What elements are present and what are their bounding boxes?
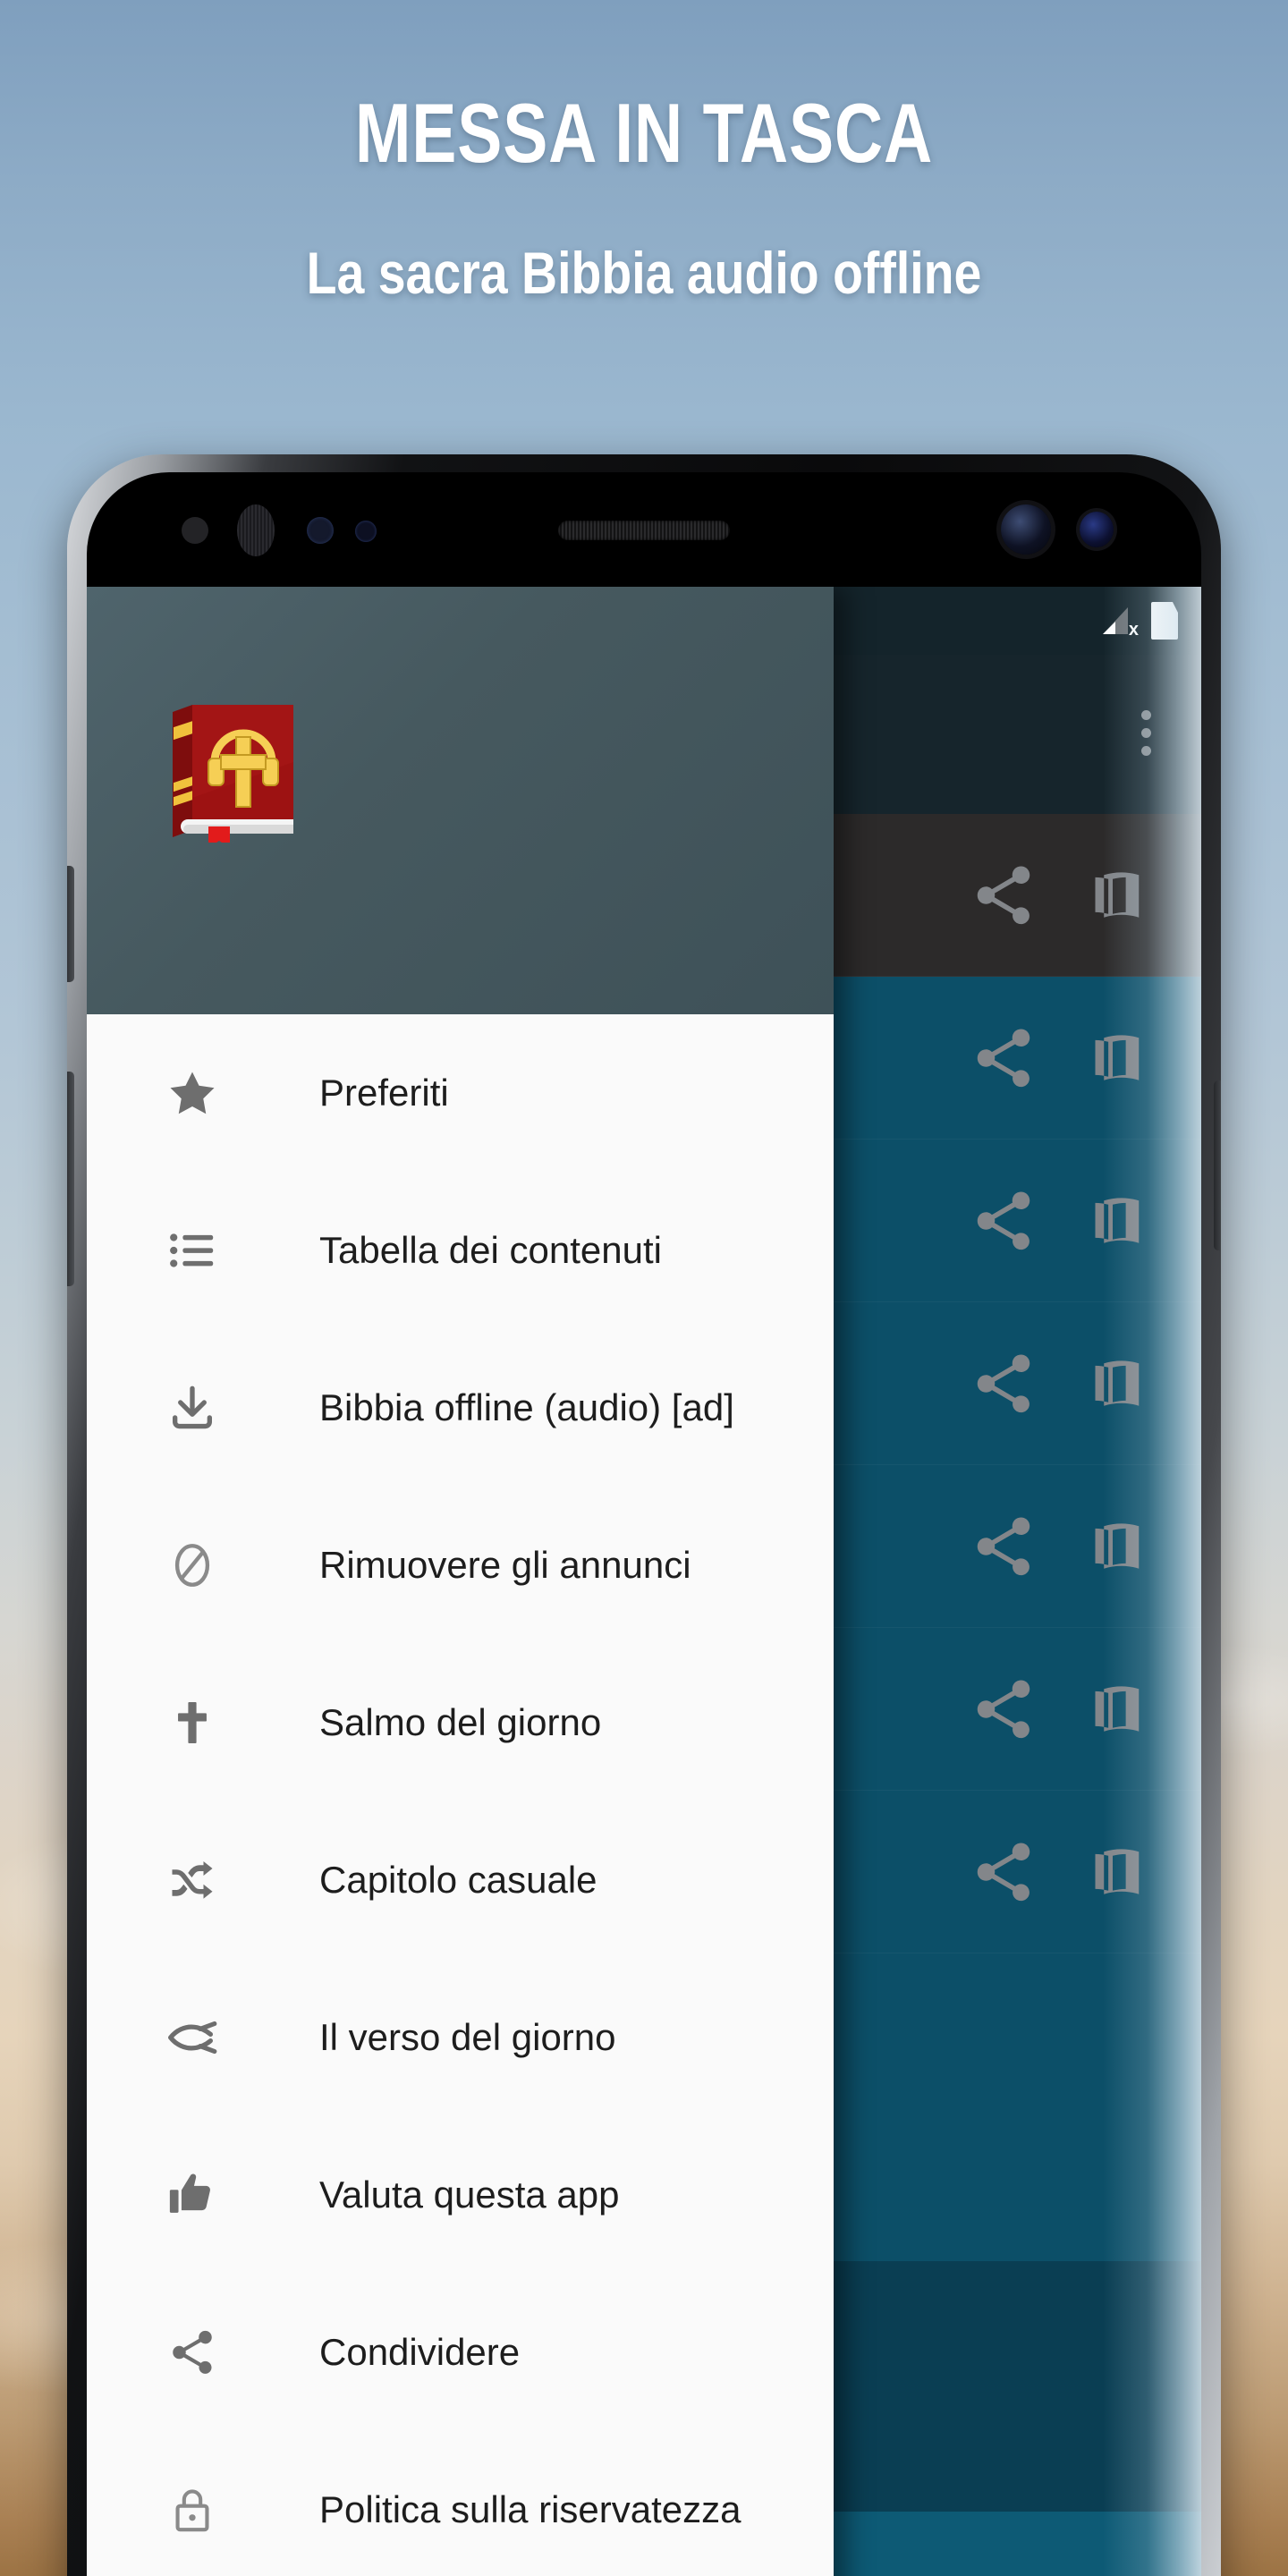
drawer-item-label: Salmo del giorno [319, 1701, 602, 1743]
phone-button-left-upper [67, 866, 74, 982]
promo-subtitle: La sacra Bibbia audio offline [306, 240, 982, 306]
drawer-item-capitolo-casuale[interactable]: Capitolo casuale [87, 1801, 834, 1959]
share-icon [164, 2324, 221, 2381]
drawer-item-label: Preferiti [319, 1072, 449, 1114]
overflow-dot [1141, 728, 1151, 738]
light-sensor [307, 517, 334, 544]
signal-x-badge: x [1128, 620, 1139, 640]
content-row-actions [969, 1023, 1201, 1093]
cross-icon [164, 1694, 221, 1751]
share-icon[interactable] [969, 1674, 1038, 1744]
book-icon[interactable] [1078, 1349, 1148, 1419]
overflow-menu-icon[interactable] [1141, 710, 1151, 756]
share-icon[interactable] [969, 860, 1038, 930]
drawer-item-il-verso-del-giorno[interactable]: Il verso del giorno [87, 1959, 834, 2116]
phone-button-right [1214, 1080, 1221, 1250]
signal-no-sim-icon: x [1101, 606, 1139, 640]
promo-title: MESSA IN TASCA [354, 86, 934, 180]
navigation-drawer: Preferiti Tabella dei contenuti Bibbia o… [87, 587, 834, 2576]
content-row-actions [969, 1186, 1201, 1256]
content-row-actions [969, 1674, 1201, 1744]
app-logo-bible-audio [165, 699, 300, 843]
star-icon [164, 1064, 221, 1122]
drawer-item-tabella-dei-contenuti[interactable]: Tabella dei contenuti [87, 1172, 834, 1329]
block-icon [164, 1537, 221, 1594]
drawer-item-label: Condividere [319, 2331, 521, 2373]
earpiece-speaker [558, 521, 730, 540]
book-icon[interactable] [1078, 1023, 1148, 1093]
drawer-item-rimuovere-gli-annunci[interactable]: Rimuovere gli annunci [87, 1487, 834, 1644]
drawer-item-valuta-questa-app[interactable]: Valuta questa app [87, 2116, 834, 2274]
iris-sensor [237, 504, 275, 556]
content-row-actions [969, 860, 1201, 930]
status-bar-right: x [1101, 602, 1201, 640]
phone-button-left-lower [67, 1072, 74, 1286]
share-icon[interactable] [969, 1837, 1038, 1907]
phone-top-bezel [87, 472, 1201, 587]
drawer-item-label: Rimuovere gli annunci [319, 1544, 691, 1586]
book-icon[interactable] [1078, 1837, 1148, 1907]
content-row-actions [969, 1349, 1201, 1419]
drawer-item-salmo-del-giorno[interactable]: Salmo del giorno [87, 1644, 834, 1801]
thumbs-up-icon [164, 2166, 221, 2224]
phone-screen-frame: 20:28 x [87, 472, 1201, 2576]
drawer-item-label: Capitolo casuale [319, 1859, 597, 1901]
drawer-item-label: Tabella dei contenuti [319, 1229, 662, 1271]
drawer-item-label: Bibbia offline (audio) [ad] [319, 1386, 734, 1428]
share-icon[interactable] [969, 1023, 1038, 1093]
book-icon[interactable] [1078, 1512, 1148, 1581]
share-icon[interactable] [969, 1349, 1038, 1419]
drawer-header [87, 587, 834, 1014]
share-icon[interactable] [969, 1186, 1038, 1256]
download-icon [164, 1379, 221, 1436]
drawer-item-bibbia-offline[interactable]: Bibbia offline (audio) [ad] [87, 1329, 834, 1487]
drawer-item-label: Valuta questa app [319, 2174, 620, 2216]
drawer-item-politica-sulla-riservatezza[interactable]: Politica sulla riservatezza [87, 2431, 834, 2576]
lock-icon [164, 2481, 221, 2538]
proximity-sensor [182, 517, 208, 544]
book-icon[interactable] [1078, 860, 1148, 930]
book-icon[interactable] [1078, 1186, 1148, 1256]
drawer-item-label: Politica sulla riservatezza [319, 2488, 741, 2530]
overflow-dot [1141, 710, 1151, 720]
overflow-dot [1141, 746, 1151, 756]
drawer-item-preferiti[interactable]: Preferiti [87, 1014, 834, 1172]
list-icon [164, 1222, 221, 1279]
share-icon[interactable] [969, 1512, 1038, 1581]
drawer-item-label: Il verso del giorno [319, 2016, 616, 2058]
content-row-actions [969, 1837, 1201, 1907]
front-camera [1001, 504, 1051, 555]
phone-mockup: 20:28 x [67, 454, 1221, 2576]
drawer-item-condividere[interactable]: Condividere [87, 2274, 834, 2431]
phone-screen: 20:28 x [87, 587, 1201, 2576]
drawer-menu-list: Preferiti Tabella dei contenuti Bibbia o… [87, 1014, 834, 2576]
book-icon[interactable] [1078, 1674, 1148, 1744]
fish-icon [164, 2009, 221, 2066]
content-row-actions [969, 1512, 1201, 1581]
battery-icon [1151, 602, 1178, 640]
iris-camera [1080, 512, 1114, 547]
shuffle-icon [164, 1852, 221, 1909]
led-indicator [355, 521, 377, 542]
